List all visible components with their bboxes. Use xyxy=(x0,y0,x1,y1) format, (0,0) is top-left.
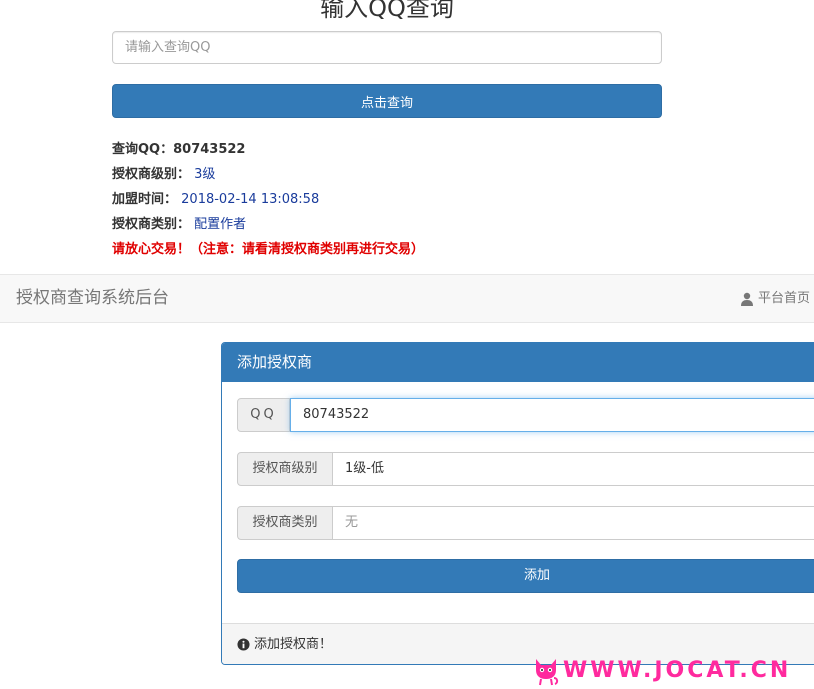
admin-navbar: 授权商查询系统后台 平台首页 xyxy=(0,274,814,323)
result-level-label: 授权商级别： xyxy=(112,167,191,182)
level-input-group: 授权商级别 1级-低 xyxy=(237,452,814,486)
result-warning: 请放心交易！（注意：请看清授权商类别再进行交易） xyxy=(112,242,425,257)
result-qq-line: 查询QQ：80743522 xyxy=(112,137,424,162)
query-result: 查询QQ：80743522 授权商级别： 3级 加盟时间： 2018-02-14… xyxy=(112,137,424,262)
watermark: WWW.JOCAT.CN xyxy=(533,656,791,686)
result-join-line: 加盟时间： 2018-02-14 13:08:58 xyxy=(112,187,424,212)
result-level-line: 授权商级别： 3级 xyxy=(112,162,424,187)
qq-search-input[interactable] xyxy=(112,31,662,64)
cat-logo xyxy=(536,659,559,686)
qq-input-group: QQ 80743522 xyxy=(237,398,814,432)
result-join-label: 加盟时间： xyxy=(112,192,178,207)
qq-field[interactable]: 80743522 xyxy=(290,398,814,432)
result-qq-value: 80743522 xyxy=(173,142,246,157)
level-addon: 授权商级别 xyxy=(237,452,333,486)
add-button[interactable]: 添加 xyxy=(237,559,814,593)
result-type-value: 配置作者 xyxy=(194,217,247,232)
level-select[interactable]: 1级-低 xyxy=(333,452,814,486)
result-type-label: 授权商类别： xyxy=(112,217,191,232)
result-warning-line: 请放心交易！（注意：请看清授权商类别再进行交易） xyxy=(112,237,424,262)
panel-heading: 添加授权商 xyxy=(222,343,814,382)
navbar-brand[interactable]: 授权商查询系统后台 xyxy=(16,275,169,322)
qq-addon: QQ xyxy=(237,398,290,432)
platform-home-link[interactable]: 平台首页 xyxy=(740,275,810,322)
type-addon: 授权商类别 xyxy=(237,506,333,540)
type-input-group: 授权商类别 无 xyxy=(237,506,814,540)
result-type-line: 授权商类别： 配置作者 xyxy=(112,212,424,237)
user-icon xyxy=(740,292,753,306)
query-title: 输入QQ查询 xyxy=(320,0,454,22)
result-qq-label: 查询QQ： xyxy=(112,142,174,157)
result-level-value: 3级 xyxy=(194,167,216,182)
panel-footer-text: 添加授权商！ xyxy=(254,636,333,652)
info-circle-icon xyxy=(237,638,250,651)
watermark-text: WWW.JOCAT.CN xyxy=(563,658,792,683)
result-join-value: 2018-02-14 13:08:58 xyxy=(181,192,320,207)
add-dealer-panel: 添加授权商 QQ 80743522 授权商级别 1级-低 授权商类别 无 添加 … xyxy=(221,342,814,665)
platform-home-label: 平台首页 xyxy=(757,291,810,306)
query-button[interactable]: 点击查询 xyxy=(112,84,662,118)
type-field[interactable]: 无 xyxy=(333,506,814,540)
